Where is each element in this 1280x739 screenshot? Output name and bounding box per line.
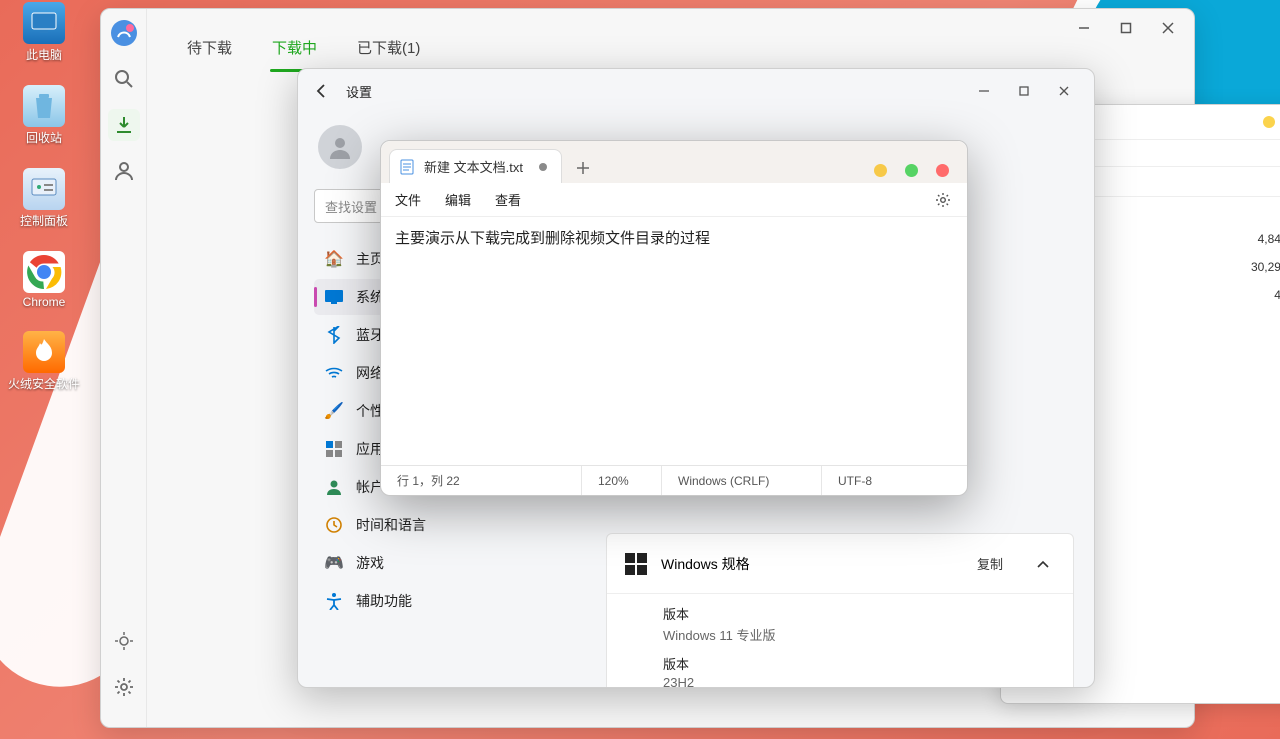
new-tab-button[interactable] bbox=[568, 153, 598, 183]
desktop-icons: 此电脑 回收站 控制面板 Chrome 火绒安全软件 bbox=[4, 0, 84, 392]
spec-heading: Windows 规格 bbox=[661, 554, 949, 574]
desktop-icon-control-panel[interactable]: 控制面板 bbox=[4, 168, 84, 229]
brush-icon: 🖌️ bbox=[324, 401, 344, 421]
desktop-icon-label: 此电脑 bbox=[26, 46, 62, 63]
windows-spec-card: Windows 规格 复制 版本 Windows 11 专业版 版本 23H2 … bbox=[606, 533, 1074, 687]
close-dot[interactable] bbox=[936, 164, 949, 177]
status-encoding[interactable]: UTF-8 bbox=[821, 466, 967, 495]
spec-row: 版本 23H2 bbox=[663, 654, 1055, 687]
close-button[interactable] bbox=[1044, 76, 1084, 106]
avatar-icon bbox=[318, 125, 362, 169]
notepad-content: 主要演示从下载完成到删除视频文件目录的过程 bbox=[395, 230, 710, 247]
notepad-file-icon bbox=[400, 159, 414, 175]
notepad-textarea[interactable]: 主要演示从下载完成到删除视频文件目录的过程 bbox=[381, 217, 967, 465]
spec-row: 版本 Windows 11 专业版 bbox=[663, 604, 1055, 644]
maximize-dot[interactable] bbox=[905, 164, 918, 177]
bin-icon bbox=[23, 85, 65, 127]
menu-view[interactable]: 查看 bbox=[495, 190, 521, 209]
spec-rows: 版本 Windows 11 专业版 版本 23H2 安装日期 bbox=[607, 594, 1073, 687]
wifi-icon bbox=[324, 363, 344, 383]
back-button[interactable] bbox=[308, 77, 336, 105]
tab-done[interactable]: 已下载(1) bbox=[355, 29, 422, 72]
user-icon[interactable] bbox=[108, 155, 140, 187]
window-controls bbox=[1064, 13, 1188, 43]
status-zoom[interactable]: 120% bbox=[581, 466, 661, 495]
settings-titlebar: 设置 bbox=[298, 69, 1094, 113]
nav-time[interactable]: 时间和语言 bbox=[314, 507, 588, 543]
account-icon bbox=[324, 477, 344, 497]
settings-icon[interactable] bbox=[108, 671, 140, 703]
menu-file[interactable]: 文件 bbox=[395, 190, 421, 209]
desktop-icon-this-pc[interactable]: 此电脑 bbox=[4, 2, 84, 63]
desktop-icon-label: 控制面板 bbox=[20, 212, 68, 229]
notepad-tabstrip: 新建 文本文档.txt bbox=[381, 141, 967, 183]
nav-accessibility[interactable]: 辅助功能 bbox=[314, 583, 588, 619]
desktop-icon-label: Chrome bbox=[23, 295, 66, 309]
downloader-sidebar bbox=[101, 9, 147, 727]
accessibility-icon bbox=[324, 591, 344, 611]
notepad-window: 新建 文本文档.txt 文件 编辑 查看 主要演示从下载完成到删除视频文件目录的… bbox=[380, 140, 968, 496]
tab-pending[interactable]: 待下载 bbox=[185, 29, 234, 72]
maximize-button[interactable] bbox=[1106, 13, 1146, 43]
minimize-dot[interactable] bbox=[1263, 116, 1275, 128]
status-eol[interactable]: Windows (CRLF) bbox=[661, 466, 821, 495]
unsaved-dot-icon bbox=[539, 163, 547, 171]
col-size[interactable]: 大小 bbox=[1237, 173, 1280, 190]
tab-title: 新建 文本文档.txt bbox=[424, 157, 523, 176]
chrome-icon bbox=[23, 251, 65, 293]
status-position: 行 1，列 22 bbox=[381, 466, 581, 495]
tab-active[interactable]: 下载中 bbox=[270, 29, 319, 72]
maximize-button[interactable] bbox=[1004, 76, 1044, 106]
copy-button[interactable]: 复制 bbox=[963, 548, 1017, 579]
windows-icon bbox=[625, 553, 647, 575]
bluetooth-icon bbox=[324, 325, 344, 345]
system-icon bbox=[324, 287, 344, 307]
minimize-button[interactable] bbox=[964, 76, 1004, 106]
spec-header[interactable]: Windows 规格 复制 bbox=[607, 534, 1073, 594]
minimize-dot[interactable] bbox=[874, 164, 887, 177]
desktop-icon-recycle-bin[interactable]: 回收站 bbox=[4, 85, 84, 146]
app-logo-icon[interactable] bbox=[108, 17, 140, 49]
notepad-statusbar: 行 1，列 22 120% Windows (CRLF) UTF-8 bbox=[381, 465, 967, 495]
apps-icon bbox=[324, 439, 344, 459]
pc-icon bbox=[23, 2, 65, 44]
nav-gaming[interactable]: 🎮游戏 bbox=[314, 545, 588, 581]
settings-title: 设置 bbox=[346, 82, 372, 101]
control-panel-icon bbox=[23, 168, 65, 210]
gear-icon[interactable] bbox=[933, 190, 953, 210]
home-icon: 🏠 bbox=[324, 249, 344, 269]
desktop-icon-label: 火绒安全软件 bbox=[8, 375, 80, 392]
desktop-icon-label: 回收站 bbox=[26, 129, 62, 146]
window-controls bbox=[874, 164, 959, 183]
downloader-tabs: 待下载 下载中 已下载(1) bbox=[171, 23, 1170, 72]
minimize-button[interactable] bbox=[1064, 13, 1104, 43]
desktop-icon-chrome[interactable]: Chrome bbox=[4, 251, 84, 309]
gamepad-icon: 🎮 bbox=[324, 553, 344, 573]
chevron-up-icon[interactable] bbox=[1031, 552, 1055, 576]
theme-icon[interactable] bbox=[108, 625, 140, 657]
menu-edit[interactable]: 编辑 bbox=[445, 190, 471, 209]
notepad-tab[interactable]: 新建 文本文档.txt bbox=[389, 149, 562, 183]
clock-icon bbox=[324, 515, 344, 535]
fire-icon bbox=[23, 331, 65, 373]
notepad-menubar: 文件 编辑 查看 bbox=[381, 183, 967, 217]
downloads-icon[interactable] bbox=[108, 109, 140, 141]
desktop-icon-huorong[interactable]: 火绒安全软件 bbox=[4, 331, 84, 392]
search-icon[interactable] bbox=[108, 63, 140, 95]
close-button[interactable] bbox=[1148, 13, 1188, 43]
search-placeholder: 查找设置 bbox=[325, 197, 377, 216]
